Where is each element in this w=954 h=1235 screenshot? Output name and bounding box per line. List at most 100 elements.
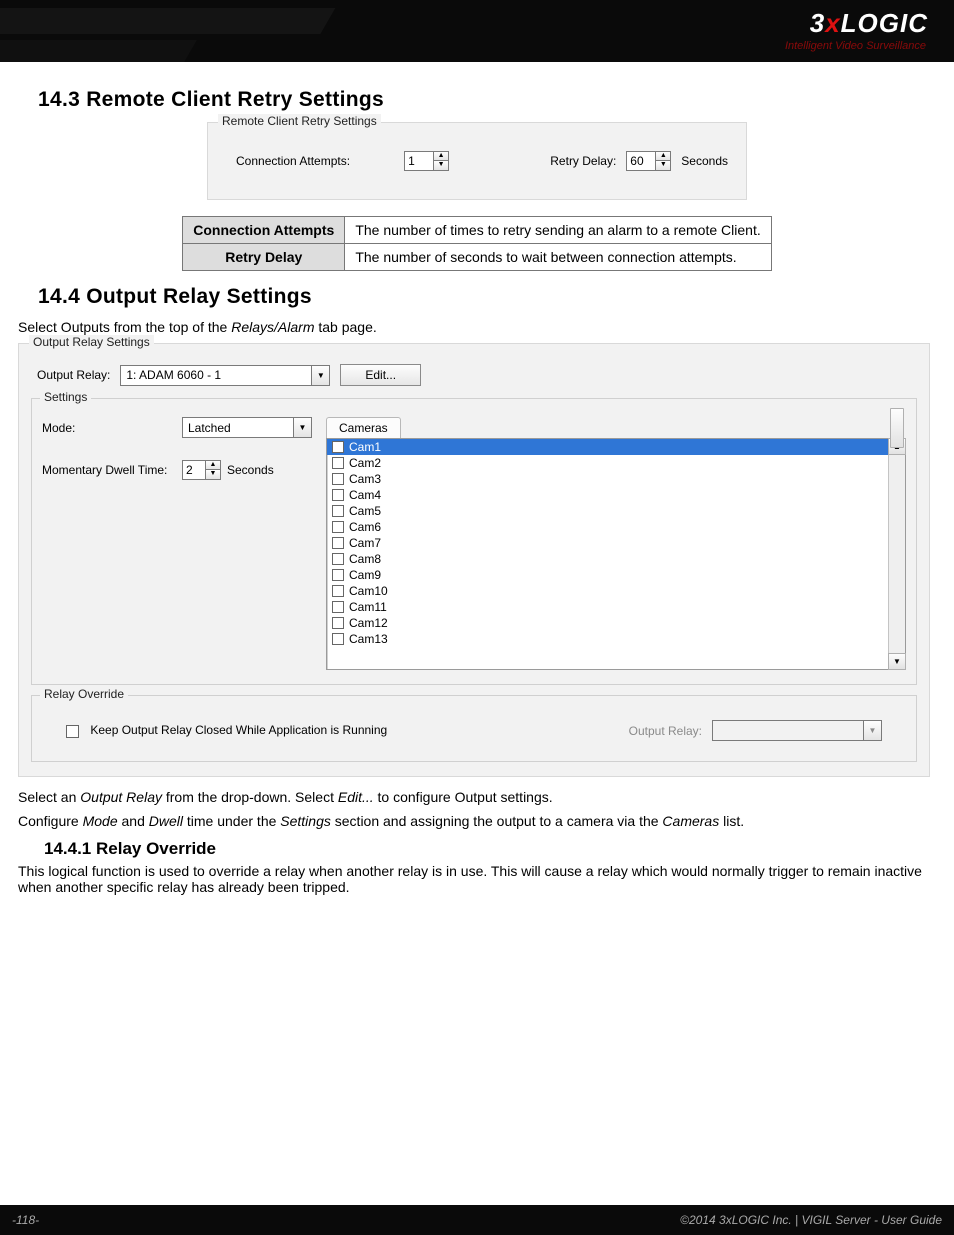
remote-client-retry-fieldset: Remote Client Retry Settings Connection … [207,122,747,200]
relay-override-fieldset: Relay Override Keep Output Relay Closed … [31,695,917,762]
cameras-listbox[interactable]: Cam1 Cam2 Cam3 Cam4 Cam5 Cam6 Cam7 Cam8 Cam9 Cam1… [326,438,906,670]
body-text: Select Outputs from the top of the Relay… [18,319,936,335]
camera-checkbox[interactable] [332,553,344,565]
def-term: Connection Attempts [183,217,345,244]
text-em: Cameras [662,813,719,829]
brand-tagline: Intelligent Video Surveillance [785,40,926,52]
camera-checkbox[interactable] [332,505,344,517]
logo-3: 3 [810,8,825,38]
camera-checkbox[interactable] [332,569,344,581]
def-term: Retry Delay [183,244,345,271]
tab-cameras[interactable]: Cameras [326,417,401,438]
list-item[interactable]: Cam11 [327,599,888,615]
connection-attempts-input[interactable] [405,152,433,170]
camera-label: Cam7 [349,536,381,550]
camera-label: Cam5 [349,504,381,518]
text-span: time under the [183,813,280,829]
output-relay-label: Output Relay: [37,368,110,382]
list-item[interactable]: Cam1 [327,439,888,455]
list-item[interactable]: Cam10 [327,583,888,599]
list-item[interactable]: Cam3 [327,471,888,487]
mode-input[interactable] [183,421,293,435]
chevron-down-icon[interactable]: ▼ [311,366,329,385]
page-header: 3xLOGIC Intelligent Video Surveillance [0,0,954,62]
list-item[interactable]: Cam2 [327,455,888,471]
dwell-input[interactable] [183,461,205,479]
def-desc: The number of seconds to wait between co… [345,244,771,271]
camera-label: Cam9 [349,568,381,582]
list-item[interactable]: Cam7 [327,535,888,551]
mode-label: Mode: [42,421,182,435]
text-span: Configure [18,813,83,829]
override-output-relay-combo: ▼ [712,720,882,741]
page-number: -118- [12,1213,39,1227]
text-em: Settings [280,813,331,829]
camera-checkbox[interactable] [332,617,344,629]
retry-delay-spinner[interactable]: ▲▼ [626,151,671,171]
dwell-spinner[interactable]: ▲▼ [182,460,221,480]
heading-14-3: 14.3 Remote Client Retry Settings [38,88,936,112]
spin-up-icon[interactable]: ▲ [434,152,448,161]
fieldset-legend: Relay Override [40,687,128,701]
edit-button[interactable]: Edit... [340,364,421,386]
camera-checkbox[interactable] [332,601,344,613]
list-item[interactable]: Cam8 [327,551,888,567]
list-item[interactable]: Cam13 [327,631,888,647]
fieldset-legend: Remote Client Retry Settings [218,114,381,128]
text-em: Output Relay [80,789,162,805]
output-relay-combo[interactable]: ▼ [120,365,330,386]
connection-attempts-spinner[interactable]: ▲▼ [404,151,449,171]
scroll-down-icon[interactable]: ▼ [888,653,906,670]
heading-14-4-1: 14.4.1 Relay Override [44,839,936,859]
camera-label: Cam3 [349,472,381,486]
list-item[interactable]: Cam6 [327,519,888,535]
camera-checkbox[interactable] [332,521,344,533]
camera-label: Cam8 [349,552,381,566]
chevron-down-icon[interactable]: ▼ [293,418,311,437]
spin-up-icon[interactable]: ▲ [206,461,220,470]
fieldset-legend: Settings [40,390,91,404]
text-span: from the drop-down. Select [162,789,338,805]
override-output-relay-input [713,724,863,738]
list-item[interactable]: Cam9 [327,567,888,583]
page-footer: -118- ©2014 3xLOGIC Inc. | VIGIL Server … [0,1205,954,1235]
camera-label: Cam10 [349,584,388,598]
text-em: Mode [83,813,118,829]
camera-checkbox[interactable] [332,633,344,645]
spin-up-icon[interactable]: ▲ [656,152,670,161]
camera-label: Cam13 [349,632,388,646]
text-span: tab page. [314,319,376,335]
camera-checkbox[interactable] [332,457,344,469]
camera-label: Cam2 [349,456,381,470]
list-item[interactable]: Cam12 [327,615,888,631]
camera-label: Cam1 [349,440,381,454]
dwell-label: Momentary Dwell Time: [42,463,182,477]
fieldset-legend: Output Relay Settings [29,335,154,349]
keep-relay-closed-checkbox[interactable] [66,725,79,738]
output-relay-input[interactable] [121,368,311,382]
table-row: Retry Delay The number of seconds to wai… [183,244,771,271]
camera-label: Cam4 [349,488,381,502]
text-span: Select an [18,789,80,805]
scrollbar[interactable]: ▲ ▼ [888,439,905,669]
mode-combo[interactable]: ▼ [182,417,312,438]
text-span: and [118,813,149,829]
camera-checkbox[interactable] [332,473,344,485]
brand-logo: 3xLOGIC [810,8,928,39]
body-text: Configure Mode and Dwell time under the … [18,813,936,829]
spin-down-icon[interactable]: ▼ [656,161,670,170]
settings-fieldset: Settings Mode: ▼ Momentary Dwell Time: [31,398,917,685]
camera-label: Cam6 [349,520,381,534]
camera-checkbox[interactable] [332,441,344,453]
spin-down-icon[interactable]: ▼ [434,161,448,170]
text-span: section and assigning the output to a ca… [331,813,663,829]
retry-delay-input[interactable] [627,152,655,170]
camera-checkbox[interactable] [332,537,344,549]
list-item[interactable]: Cam4 [327,487,888,503]
camera-checkbox[interactable] [332,585,344,597]
spin-down-icon[interactable]: ▼ [206,470,220,479]
scroll-thumb[interactable] [890,408,904,448]
camera-checkbox[interactable] [332,489,344,501]
list-item[interactable]: Cam5 [327,503,888,519]
keep-relay-closed-label: Keep Output Relay Closed While Applicati… [90,723,387,737]
